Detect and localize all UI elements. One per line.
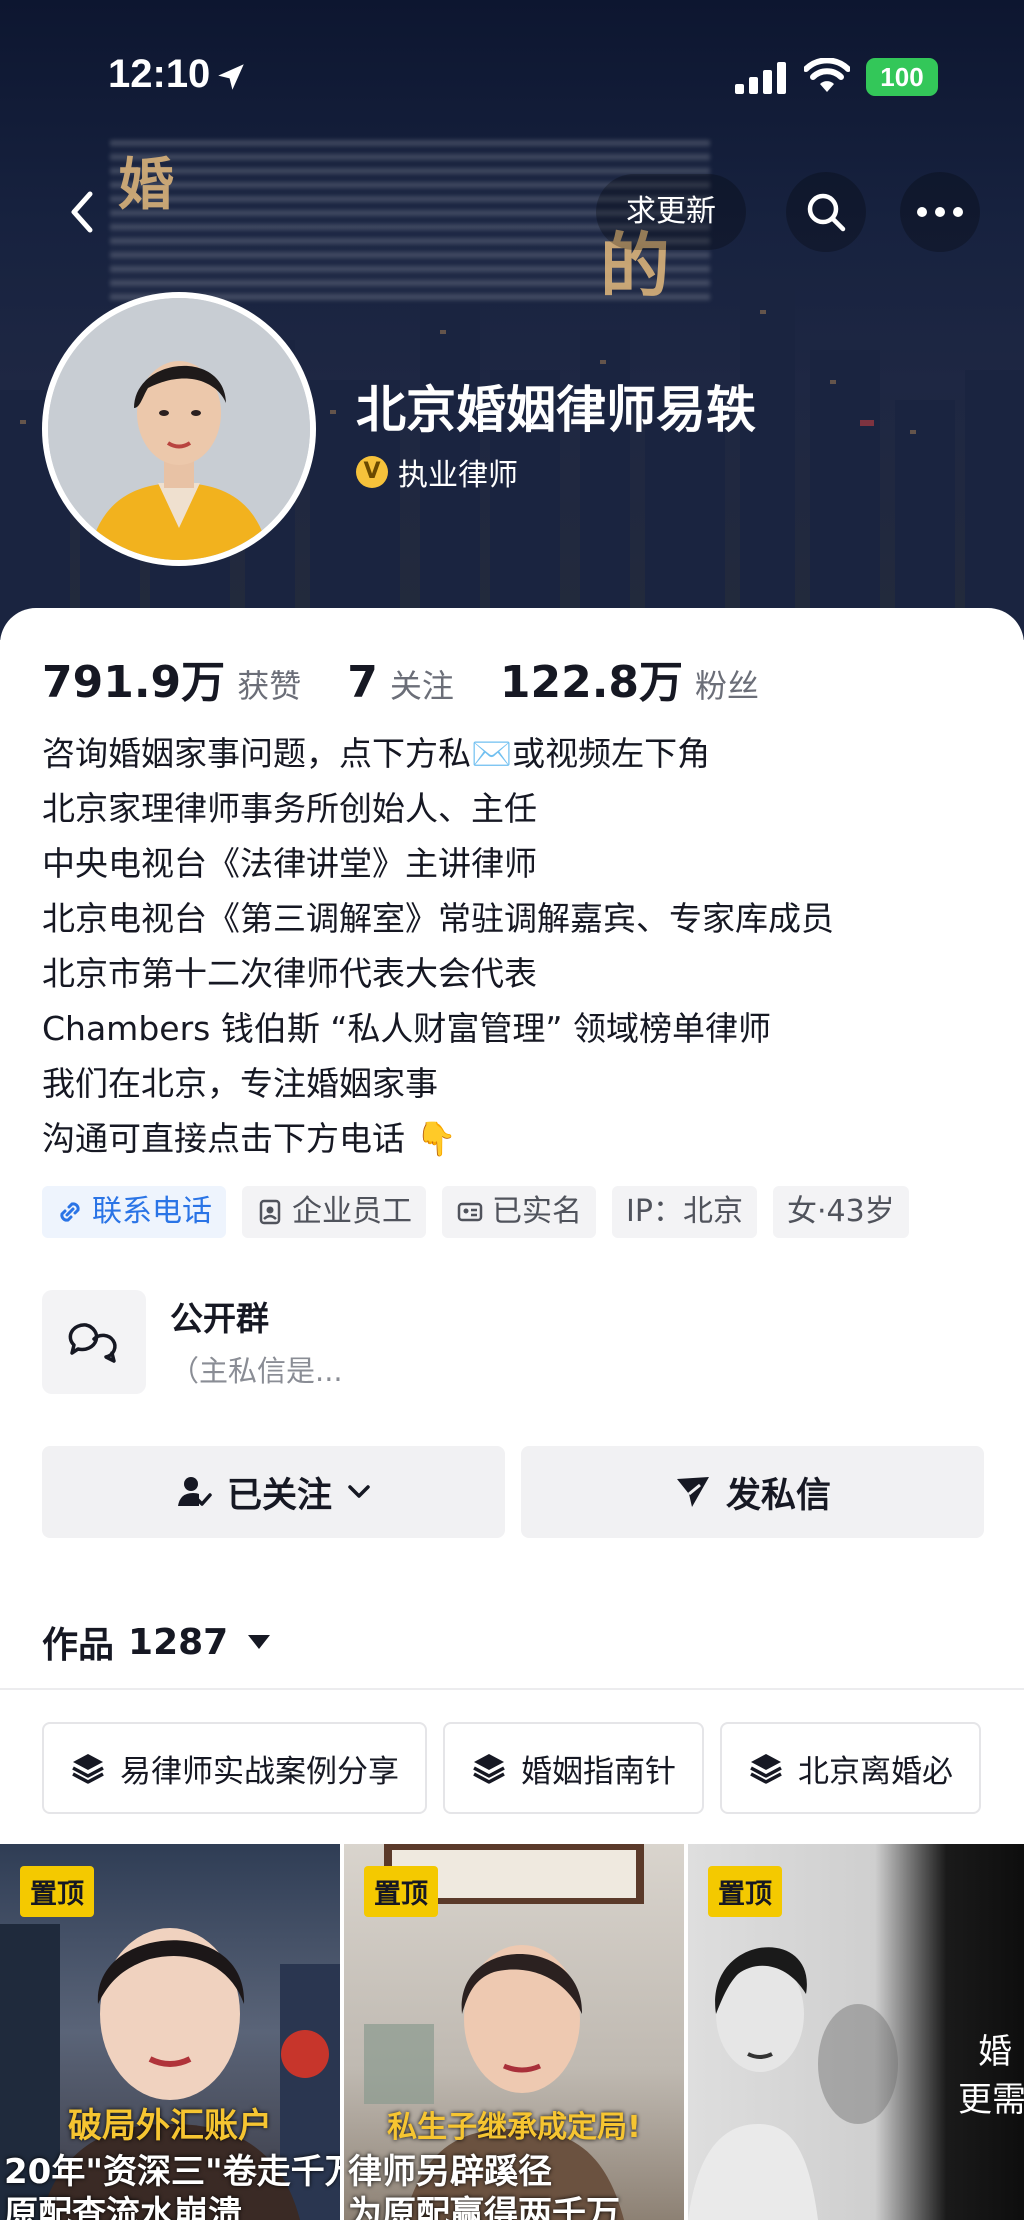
bio-line: 北京家理律师事务所创始人、主任 (42, 789, 537, 828)
video-thumbnail[interactable]: 置顶 破局外汇账户 20年"资深三"卷走千万 原配查流水崩溃 (0, 1844, 340, 2220)
user-check-icon (177, 1477, 212, 1506)
bio-line: 北京市第十二次律师代表大会代表 (42, 954, 537, 993)
followers-label[interactable]: 粉丝 (695, 661, 759, 707)
request-update-button[interactable]: 求更新 (596, 174, 746, 250)
group-chat-icon (42, 1290, 146, 1394)
profile-card: 791.9万 获赞 7 关注 122.8万 粉丝 咨询婚姻家事问题，点下方私✉️… (0, 608, 1024, 2220)
following-button[interactable]: 已关注 (42, 1446, 505, 1538)
back-button[interactable] (42, 172, 122, 252)
cover-title-char: 婚 (118, 152, 174, 218)
video-grid: 置顶 破局外汇账户 20年"资深三"卷走千万 原配查流水崩溃 置顶 私生子继承成… (0, 1844, 1024, 2220)
works-count: 1287 (128, 1621, 229, 1663)
profile-bio: 咨询婚姻家事问题，点下方私✉️或视频左下角 北京家理律师事务所创始人、主任 中央… (42, 726, 992, 1166)
cellular-signal-icon (735, 62, 786, 94)
collection-chip[interactable]: 易律师实战案例分享 (42, 1722, 427, 1814)
group-subtitle: （主私信是... (170, 1354, 343, 1388)
works-label: 作品 (42, 1625, 115, 1666)
profile-actions: 已关注 发私信 (42, 1446, 984, 1538)
verification-text: 执业律师 (398, 458, 518, 493)
profile-tags: 联系电话 企业员工 已实名 IP：北京 女·43岁 (42, 1186, 909, 1238)
status-time: 12:10 (108, 52, 211, 96)
likes-label: 获赞 (237, 667, 302, 705)
avatar[interactable] (42, 292, 316, 566)
profile-display-name: 北京婚姻律师易轶 (356, 381, 756, 439)
bio-line: Chambers 钱伯斯 “私人财富管理” 领域榜单律师 (42, 1009, 771, 1048)
group-title: 公开群 (170, 1299, 269, 1338)
badge-id-icon (259, 1199, 281, 1225)
search-icon (807, 193, 846, 232)
works-tab[interactable]: 作品 1287 (42, 1616, 271, 1668)
ip-location-tag: IP：北京 (612, 1186, 757, 1238)
avatar-portrait-image (48, 298, 310, 560)
contact-phone-tag[interactable]: 联系电话 (42, 1186, 226, 1238)
collection-label: 北京离婚必 (798, 1753, 953, 1790)
following-count[interactable]: 7 (347, 657, 378, 708)
public-group-entry[interactable]: 公开群 （主私信是... (42, 1290, 982, 1400)
pinned-badge: 置顶 (364, 1866, 438, 1917)
caret-down-icon (248, 1635, 271, 1649)
more-dots-icon (917, 207, 963, 217)
collection-label: 婚姻指南针 (521, 1753, 676, 1790)
collection-chip[interactable]: 婚姻指南针 (443, 1722, 704, 1814)
contact-phone-label: 联系电话 (92, 1194, 212, 1229)
employee-tag[interactable]: 企业员工 (242, 1186, 426, 1238)
video-caption: 更需 (958, 2080, 1024, 2120)
divider (0, 1688, 1024, 1690)
video-caption-headline: 破局外汇账户 (68, 2106, 272, 2146)
video-caption-headline: 私生子继承成定局! (387, 2110, 641, 2145)
following-label[interactable]: 关注 (390, 661, 454, 707)
send-paper-plane-icon (676, 1477, 709, 1507)
location-arrow-icon (218, 64, 244, 90)
stack-layers-icon (750, 1754, 782, 1784)
stack-layers-icon (72, 1754, 104, 1784)
link-icon (60, 1202, 80, 1222)
employee-label: 企业员工 (292, 1194, 412, 1229)
bio-line: 我们在北京，专注婚姻家事 (42, 1064, 438, 1103)
stack-layers-icon (473, 1754, 505, 1784)
chevron-left-icon (71, 191, 93, 233)
wifi-icon (804, 58, 850, 92)
gender-age-tag: 女·43岁 (772, 1186, 909, 1238)
pinned-badge: 置顶 (708, 1866, 782, 1917)
bio-line: 咨询婚姻家事问题，点下方私✉️或视频左下角 (42, 734, 711, 773)
video-caption-headline: 婚 (978, 2032, 1012, 2072)
bio-line: 沟通可直接点击下方电话 👇 (42, 1119, 457, 1158)
video-caption: 原配查流水崩溃 (4, 2194, 242, 2220)
collections-row: 易律师实战案例分享 婚姻指南针 北京离婚必 (42, 1722, 981, 1814)
bio-line: 中央电视台《法律讲堂》主讲律师 (42, 844, 537, 883)
verified-identity-label: 已实名 (492, 1194, 582, 1229)
bio-line: 北京电视台《第三调解室》常驻调解嘉宾、专家库成员 (42, 899, 834, 938)
verified-badge-icon: V (356, 456, 388, 488)
profile-stats: 791.9万 获赞 7 关注 122.8万 粉丝 (42, 646, 805, 710)
verification-label: V 执业律师 (356, 450, 518, 494)
followers-count[interactable]: 122.8万 (500, 646, 683, 710)
video-caption: 为原配赢得两千万 (348, 2194, 620, 2220)
following-button-label: 已关注 (226, 1475, 332, 1516)
video-thumbnail[interactable]: 置顶 婚 更需 (688, 1844, 1024, 2220)
status-bar: 12:10 100 (0, 0, 1024, 150)
likes-count: 791.9万 (42, 657, 226, 708)
verified-identity-tag: 已实名 (442, 1186, 596, 1238)
pinned-badge: 置顶 (20, 1866, 94, 1917)
collection-label: 易律师实战案例分享 (120, 1753, 399, 1790)
search-button[interactable] (786, 172, 866, 252)
collection-chip[interactable]: 北京离婚必 (720, 1722, 981, 1814)
battery-indicator: 100 (866, 58, 938, 96)
video-thumbnail[interactable]: 置顶 私生子继承成定局! 律师另辟蹊径 为原配赢得两千万 (344, 1844, 684, 2220)
more-button[interactable] (900, 172, 980, 252)
id-card-icon (457, 1202, 483, 1222)
send-message-label: 发私信 (725, 1475, 831, 1516)
chevron-down-icon (348, 1485, 370, 1498)
send-message-button[interactable]: 发私信 (521, 1446, 984, 1538)
